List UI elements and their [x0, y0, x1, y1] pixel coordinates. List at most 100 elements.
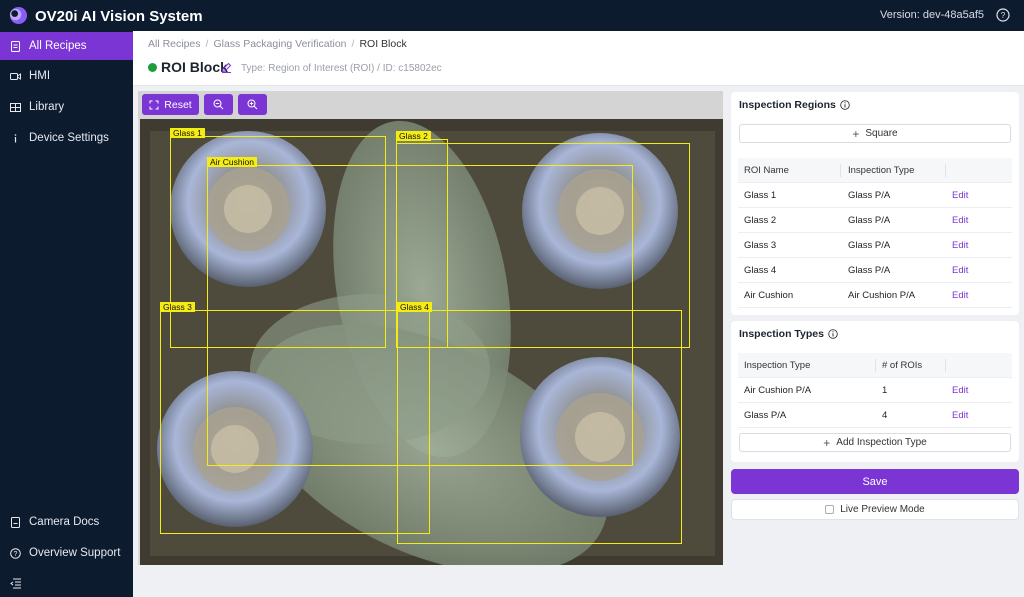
- help-icon[interactable]: ?: [996, 8, 1010, 22]
- roi-count-cell: 4: [882, 409, 888, 421]
- table-row: Glass 2 Glass P/A Edit: [738, 208, 1012, 233]
- table-header-row: Inspection Type # of ROIs: [738, 353, 1012, 378]
- edit-link[interactable]: Edit: [952, 215, 968, 226]
- collapse-sidebar-icon[interactable]: [10, 577, 22, 589]
- live-preview-toggle[interactable]: Live Preview Mode: [731, 499, 1019, 520]
- inspection-type-cell: Glass P/A: [744, 409, 787, 421]
- info-icon[interactable]: [828, 329, 838, 339]
- edit-link[interactable]: Edit: [952, 265, 968, 276]
- inspection-types-panel: Inspection Types Inspection Type # of RO…: [731, 321, 1019, 462]
- edit-link[interactable]: Edit: [952, 410, 968, 421]
- edit-link[interactable]: Edit: [952, 240, 968, 251]
- zoom-out-button[interactable]: [204, 94, 233, 115]
- table-row: Air Cushion P/A 1 Edit: [738, 378, 1012, 403]
- inspection-regions-title: Inspection Regions: [739, 99, 850, 111]
- edit-link[interactable]: Edit: [952, 190, 968, 201]
- table-header-row: ROI Name Inspection Type: [738, 158, 1012, 183]
- panel-title-text: Inspection Types: [739, 328, 824, 340]
- panel-title-text: Inspection Regions: [739, 99, 836, 111]
- column-header: ROI Name: [744, 164, 789, 176]
- video-icon: [10, 71, 21, 82]
- sidebar-item-hmi[interactable]: HMI: [0, 62, 133, 90]
- inspection-regions-table: ROI Name Inspection Type Glass 1 Glass P…: [738, 158, 1012, 308]
- column-header: Inspection Type: [848, 164, 915, 176]
- roi-name-cell: Air Cushion: [744, 289, 794, 301]
- roi-name-cell: Glass 3: [744, 239, 777, 251]
- roi-label: Glass 1: [170, 128, 205, 138]
- app-logo-icon: [9, 6, 28, 25]
- roi-name-cell: Glass 2: [744, 214, 777, 226]
- add-inspection-type-label: Add Inspection Type: [836, 437, 927, 448]
- document-icon: [10, 516, 21, 528]
- info-icon: [10, 133, 21, 144]
- app-title: OV20i AI Vision System: [35, 8, 203, 25]
- sidebar-item-device-settings[interactable]: Device Settings: [0, 124, 133, 152]
- roi-name-cell: Glass 4: [744, 264, 777, 276]
- plus-icon: +: [852, 126, 860, 141]
- page-title: ROI Block: [161, 59, 228, 75]
- edit-link[interactable]: Edit: [952, 290, 968, 301]
- grid-icon: [10, 102, 21, 113]
- inspection-types-table: Inspection Type # of ROIs Air Cushion P/…: [738, 353, 1012, 428]
- column-header: Inspection Type: [744, 359, 811, 371]
- zoom-in-icon: [247, 99, 258, 110]
- inspection-type-cell: Glass P/A: [848, 214, 891, 226]
- breadcrumb-link[interactable]: Glass Packaging Verification: [213, 38, 346, 50]
- edit-link[interactable]: Edit: [952, 385, 968, 396]
- reset-button[interactable]: Reset: [142, 94, 199, 115]
- plus-icon: +: [823, 435, 831, 450]
- roi-label: Glass 4: [397, 302, 432, 312]
- inspection-type-cell: Air Cushion P/A: [744, 384, 812, 396]
- inspection-types-title: Inspection Types: [739, 328, 838, 340]
- sidebar-item-all-recipes[interactable]: All Recipes: [0, 32, 133, 60]
- breadcrumb-link[interactable]: All Recipes: [148, 38, 201, 50]
- camera-image[interactable]: Glass 1 Glass 2 Air Cushion Glass 3 Glas…: [140, 119, 723, 565]
- page-meta: Type: Region of Interest (ROI) / ID: c15…: [241, 63, 442, 74]
- roi-label: Air Cushion: [207, 157, 257, 167]
- svg-text:?: ?: [1001, 11, 1006, 20]
- roi-label: Glass 3: [160, 302, 195, 312]
- document-icon: [10, 40, 21, 52]
- live-preview-label: Live Preview Mode: [840, 504, 925, 515]
- table-row: Glass P/A 4 Edit: [738, 403, 1012, 428]
- page-header: All Recipes / Glass Packaging Verification…: [133, 31, 1024, 86]
- zoom-out-icon: [213, 99, 224, 110]
- sidebar-item-label: Camera Docs: [29, 516, 100, 528]
- breadcrumb-current: ROI Block: [359, 38, 407, 50]
- zoom-in-button[interactable]: [238, 94, 267, 115]
- sidebar-item-label: Device Settings: [29, 132, 109, 144]
- table-row: Glass 3 Glass P/A Edit: [738, 233, 1012, 258]
- table-row: Glass 1 Glass P/A Edit: [738, 183, 1012, 208]
- save-button[interactable]: Save: [731, 469, 1019, 494]
- roi-count-cell: 1: [882, 384, 888, 396]
- add-square-label: Square: [865, 128, 898, 139]
- version-label: Version: dev-48a5af5: [880, 9, 984, 21]
- svg-text:?: ?: [14, 551, 18, 558]
- canvas-toolbar: Reset: [138, 91, 723, 119]
- table-row: Glass 4 Glass P/A Edit: [738, 258, 1012, 283]
- pencil-icon[interactable]: [221, 62, 232, 73]
- sidebar-item-library[interactable]: Library: [0, 93, 133, 121]
- sidebar-item-label: Library: [29, 101, 65, 113]
- roi-box-glass-3[interactable]: Glass 3: [160, 302, 430, 534]
- column-header: # of ROIs: [882, 359, 923, 371]
- roi-editor-canvas: Reset Glass 1 Glass 2 Air Cushion Glass …: [138, 91, 723, 565]
- inspection-regions-panel: Inspection Regions + Square ROI Name Ins…: [731, 92, 1019, 315]
- sidebar-item-label: All Recipes: [29, 40, 87, 52]
- status-indicator: [148, 63, 157, 72]
- reset-label: Reset: [164, 98, 192, 111]
- sidebar: All Recipes HMI Library Device Settings …: [0, 31, 133, 597]
- add-square-roi-button[interactable]: + Square: [739, 124, 1011, 143]
- add-inspection-type-button[interactable]: + Add Inspection Type: [739, 433, 1011, 452]
- sidebar-item-label: Overview Support: [29, 547, 121, 559]
- help-icon: ?: [10, 547, 21, 559]
- roi-box-glass-4[interactable]: Glass 4: [397, 302, 682, 544]
- live-preview-checkbox[interactable]: [825, 505, 835, 514]
- sidebar-item-overview-support[interactable]: ? Overview Support: [0, 539, 133, 567]
- inspection-type-cell: Glass P/A: [848, 239, 891, 251]
- breadcrumb: All Recipes / Glass Packaging Verification…: [148, 38, 407, 50]
- inspection-type-cell: Glass P/A: [848, 189, 891, 201]
- info-icon[interactable]: [840, 100, 850, 110]
- table-row: Air Cushion Air Cushion P/A Edit: [738, 283, 1012, 308]
- sidebar-item-camera-docs[interactable]: Camera Docs: [0, 508, 133, 536]
